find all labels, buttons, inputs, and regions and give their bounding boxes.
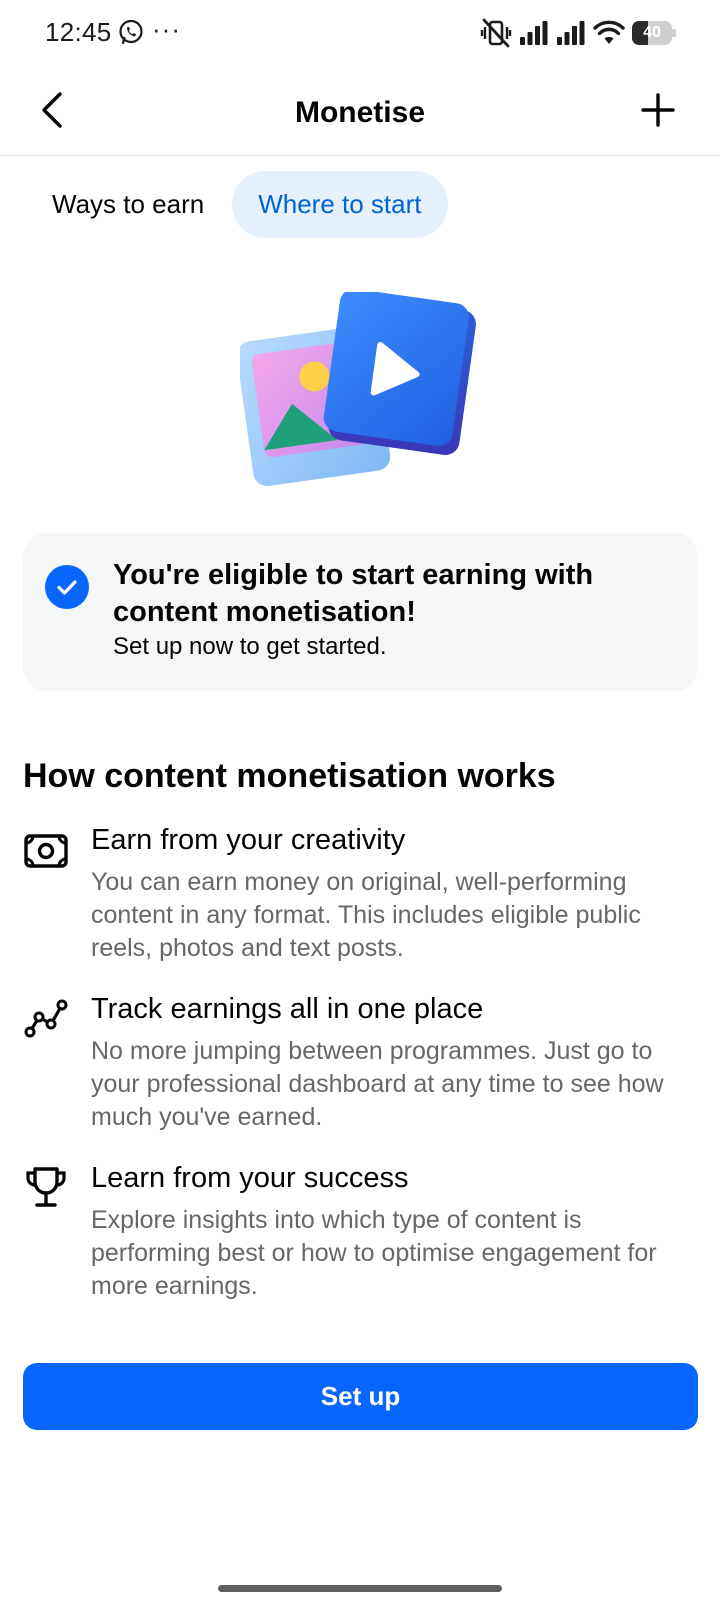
signal-icon: [520, 21, 548, 45]
feature-description: No more jumping between programmes. Just…: [91, 1037, 664, 1131]
feature-title: Learn from your success: [91, 1162, 409, 1194]
set-up-button[interactable]: Set up: [23, 1363, 698, 1430]
signal-icon: [557, 21, 585, 45]
top-app-bar: Monetise: [0, 66, 720, 156]
trend-line-icon: [23, 995, 69, 1041]
trophy-icon: [23, 1164, 69, 1210]
check-circle-icon: [45, 565, 89, 609]
home-indicator[interactable]: [218, 1585, 502, 1592]
monetisation-illustration: [240, 292, 476, 487]
eligibility-title: You're eligible to start earning with co…: [113, 559, 594, 628]
feature-title: Track earnings all in one place: [91, 993, 484, 1025]
section-title: How content monetisation works: [23, 757, 556, 795]
add-button[interactable]: [632, 84, 684, 136]
vibrate-off-icon: [480, 18, 512, 48]
tab-where-to-start[interactable]: Where to start: [232, 171, 448, 238]
eligibility-card: You're eligible to start earning with co…: [23, 533, 698, 691]
feature-description: You can earn money on original, well-per…: [91, 868, 641, 962]
status-time: 12:45: [45, 17, 112, 47]
plus-icon: [641, 93, 675, 127]
page-title: Monetise: [294, 96, 426, 129]
eligibility-subtitle: Set up now to get started.: [113, 633, 387, 660]
battery-level: 40: [643, 24, 661, 41]
status-overflow: ···: [152, 14, 181, 44]
status-icons: 40: [480, 18, 676, 48]
tab-ways-to-earn[interactable]: Ways to earn: [26, 171, 230, 238]
battery-icon: 40: [632, 21, 676, 45]
money-icon: [23, 828, 69, 874]
tab-bar: Ways to earn Where to start: [26, 171, 448, 238]
feature-description: Explore insights into which type of cont…: [91, 1206, 657, 1300]
feature-title: Earn from your creativity: [91, 824, 406, 856]
whatsapp-icon: [119, 19, 143, 45]
status-bar: 12:45 ··· 40: [0, 0, 720, 66]
wifi-icon: [593, 20, 625, 44]
